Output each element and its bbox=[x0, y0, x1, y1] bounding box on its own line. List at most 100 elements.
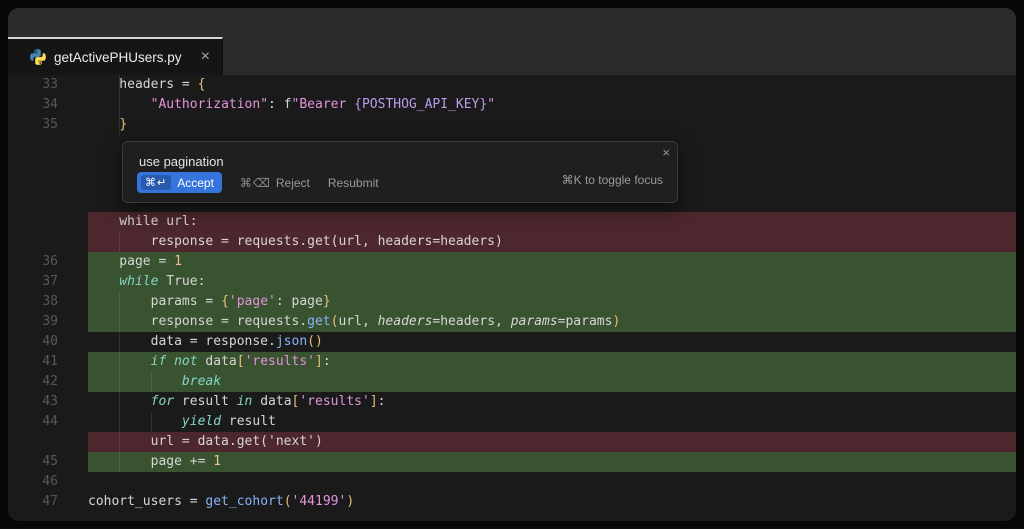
code-token: {POSTHOG_API_KEY} bbox=[354, 97, 487, 112]
line-number: 35 bbox=[8, 115, 88, 135]
indent-guide bbox=[119, 75, 120, 95]
tab-label: getActivePHUsers.py bbox=[54, 50, 191, 65]
code-line: 41 if not data['results']: bbox=[8, 352, 1016, 372]
code-token: ] bbox=[315, 354, 323, 369]
tab-close-icon[interactable]: × bbox=[199, 49, 212, 65]
line-number: 46 bbox=[8, 472, 88, 492]
code-line: 34 "Authorization": f"Bearer {POSTHOG_AP… bbox=[8, 95, 1016, 115]
reject-shortcut: ⌘⌫ bbox=[240, 176, 271, 190]
tab-getactivephusers[interactable]: getActivePHUsers.py × bbox=[8, 37, 223, 75]
line-content[interactable]: while url: bbox=[88, 212, 1016, 232]
widget-close-icon[interactable]: × bbox=[662, 144, 670, 162]
indent-guide bbox=[119, 372, 120, 392]
code-token: ) bbox=[612, 314, 620, 329]
code-line: 36 page = 1 bbox=[8, 252, 1016, 272]
code-token: data bbox=[252, 394, 291, 409]
line-number: 38 bbox=[8, 292, 88, 312]
line-number: 36 bbox=[8, 252, 88, 272]
line-content[interactable]: for result in data['results']: bbox=[88, 392, 1016, 412]
code-token: '44199' bbox=[292, 494, 347, 509]
code-token: in bbox=[237, 394, 253, 409]
line-content[interactable]: headers = { bbox=[88, 75, 1016, 95]
code-token: response = requests. bbox=[88, 314, 307, 329]
line-content[interactable]: while True: bbox=[88, 272, 1016, 292]
indent-guide bbox=[119, 312, 120, 332]
line-number: 47 bbox=[8, 492, 88, 512]
window-titlebar[interactable] bbox=[8, 8, 1016, 37]
code-token: get_cohort bbox=[205, 494, 283, 509]
line-content[interactable]: url = data.get('next') bbox=[88, 432, 1016, 452]
code-token: while url: bbox=[88, 214, 198, 229]
tab-bar: getActivePHUsers.py × bbox=[8, 37, 1016, 75]
line-content[interactable]: if not data['results']: bbox=[88, 352, 1016, 372]
code-token: get bbox=[307, 314, 330, 329]
line-content[interactable]: response = requests.get(url, headers=hea… bbox=[88, 312, 1016, 332]
code-token: : bbox=[323, 354, 331, 369]
line-number: 40 bbox=[8, 332, 88, 352]
indent-guide bbox=[151, 372, 152, 392]
line-number: 45 bbox=[8, 452, 88, 472]
resubmit-button[interactable]: Resubmit bbox=[328, 176, 379, 190]
code-token: "Authorization" bbox=[151, 97, 268, 112]
prompt-text: use pagination bbox=[139, 152, 224, 172]
line-content[interactable]: } bbox=[88, 115, 1016, 135]
line-content[interactable]: page += 1 bbox=[88, 452, 1016, 472]
line-content[interactable]: data = response.json() bbox=[88, 332, 1016, 352]
line-number: 44 bbox=[8, 412, 88, 432]
line-number: 33 bbox=[8, 75, 88, 95]
accept-button[interactable]: ⌘↵ Accept bbox=[137, 172, 222, 193]
code-token: "Bearer bbox=[292, 97, 355, 112]
code-token: json bbox=[276, 334, 307, 349]
line-number: 42 bbox=[8, 372, 88, 392]
line-number: 43 bbox=[8, 392, 88, 412]
code-token: not bbox=[174, 354, 197, 369]
code-token: headers = bbox=[88, 77, 198, 92]
code-line: 46 bbox=[8, 472, 1016, 492]
indent-guide bbox=[119, 392, 120, 412]
code-token: : page bbox=[276, 294, 323, 309]
indent-guide bbox=[119, 332, 120, 352]
reject-button[interactable]: ⌘⌫ Reject bbox=[240, 176, 310, 190]
code-token: result bbox=[174, 394, 237, 409]
resubmit-label: Resubmit bbox=[328, 176, 379, 190]
code-token: url, bbox=[338, 314, 377, 329]
line-content[interactable]: page = 1 bbox=[88, 252, 1016, 272]
code-token: for bbox=[151, 394, 174, 409]
code-line: while url: bbox=[8, 212, 1016, 232]
line-content[interactable]: yield result bbox=[88, 412, 1016, 432]
code-token: break bbox=[182, 374, 221, 389]
code-token: ( bbox=[284, 494, 292, 509]
line-content[interactable]: response = requests.get(url, headers=hea… bbox=[88, 232, 1016, 252]
code-token: data bbox=[198, 354, 237, 369]
code-token: response = requests.get(url, headers=hea… bbox=[88, 234, 503, 249]
line-number bbox=[8, 232, 88, 252]
code-token: url = data.get('next') bbox=[88, 434, 323, 449]
code-token: f bbox=[284, 97, 292, 112]
code-token: () bbox=[307, 334, 323, 349]
focus-hint: ⌘K to toggle focus bbox=[562, 170, 663, 190]
code-token: " bbox=[487, 97, 495, 112]
indent-guide bbox=[119, 115, 120, 135]
line-content[interactable]: cohort_users = get_cohort('44199') bbox=[88, 492, 1016, 512]
code-token: [ bbox=[237, 354, 245, 369]
line-content[interactable]: "Authorization": f"Bearer {POSTHOG_API_K… bbox=[88, 95, 1016, 115]
code-token: result bbox=[221, 414, 276, 429]
line-content[interactable]: break bbox=[88, 372, 1016, 392]
code-line: 45 page += 1 bbox=[8, 452, 1016, 472]
line-content[interactable] bbox=[88, 472, 1016, 492]
code-token bbox=[88, 117, 119, 132]
code-editor[interactable]: 33 headers = {34 "Authorization": f"Bear… bbox=[8, 75, 1016, 521]
line-number: 41 bbox=[8, 352, 88, 372]
code-token: 1 bbox=[213, 454, 221, 469]
code-token: : bbox=[378, 394, 386, 409]
code-token: =headers, bbox=[432, 314, 510, 329]
line-content[interactable]: params = {'page': page} bbox=[88, 292, 1016, 312]
code-line: 39 response = requests.get(url, headers=… bbox=[8, 312, 1016, 332]
code-line: 33 headers = { bbox=[8, 75, 1016, 95]
code-line: 44 yield result bbox=[8, 412, 1016, 432]
indent-guide bbox=[119, 432, 120, 452]
code-token: { bbox=[198, 77, 206, 92]
inline-ai-prompt-widget: × use pagination ⌘↵ Accept ⌘⌫ Reject Res… bbox=[122, 141, 678, 203]
code-token: : bbox=[268, 97, 284, 112]
code-token bbox=[166, 354, 174, 369]
